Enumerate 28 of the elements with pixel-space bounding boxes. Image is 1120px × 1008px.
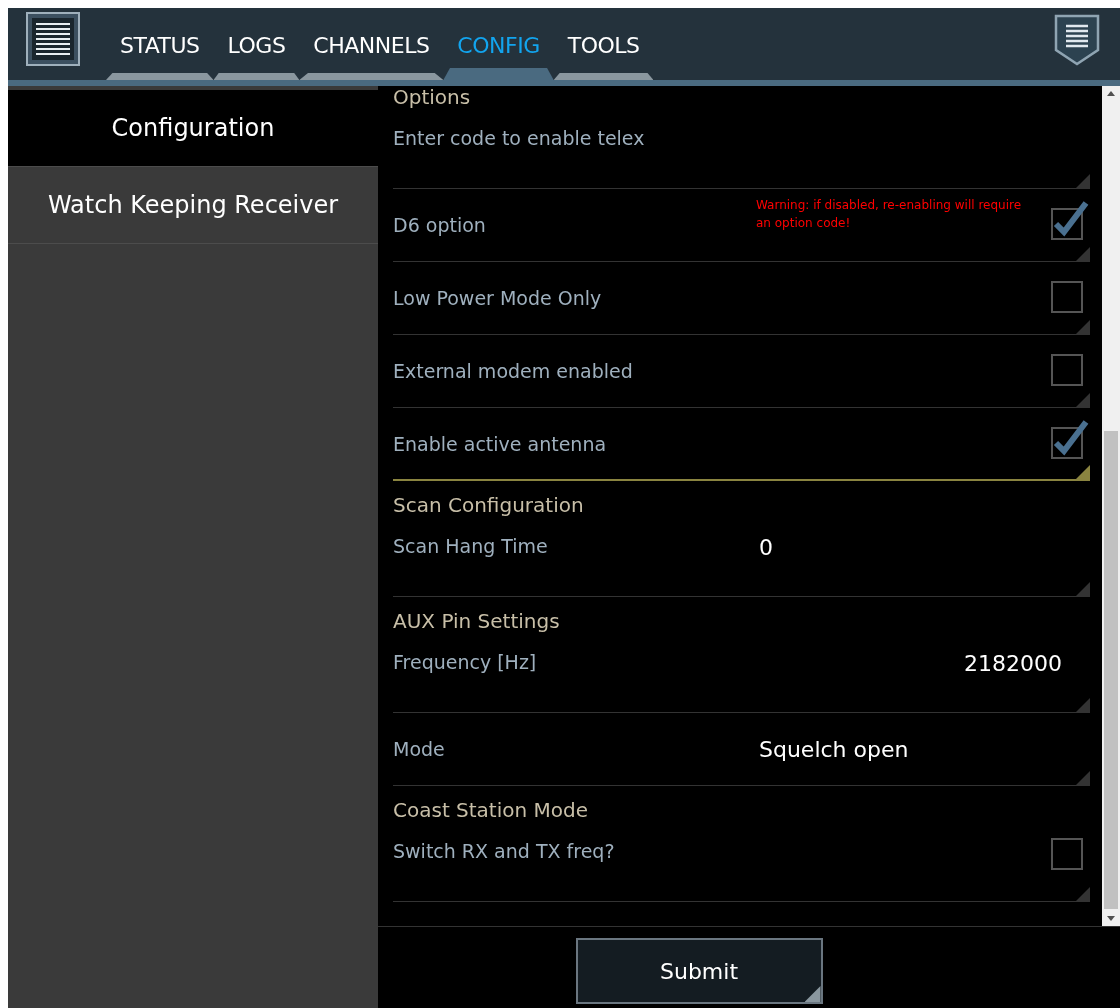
- field-label: Mode: [393, 738, 446, 760]
- field-label: Switch RX and TX freq?: [393, 840, 616, 862]
- menu-icon[interactable]: [26, 12, 80, 66]
- dropdown-field[interactable]: 0: [759, 535, 773, 560]
- checkbox[interactable]: [1051, 418, 1089, 459]
- field-label: Enable active antenna: [393, 432, 608, 455]
- field-label: Scan Hang Time: [393, 535, 549, 557]
- field-label: External modem enabled: [393, 360, 634, 382]
- section-heading: Coast Station Mode: [393, 797, 590, 824]
- nav-tab[interactable]: LOGS: [213, 8, 300, 80]
- nav-tab[interactable]: STATUS: [106, 8, 214, 80]
- nav-tab[interactable]: CHANNELS: [299, 8, 444, 80]
- list-icon[interactable]: [1054, 14, 1100, 66]
- nav-tab[interactable]: TOOLS: [553, 8, 654, 80]
- field-label: Enter code to enable telex: [393, 127, 646, 149]
- section-heading: AUX Pin Settings: [393, 608, 561, 635]
- section-heading: Options: [393, 86, 472, 111]
- field-label: Low Power Mode Only: [393, 287, 603, 309]
- checkbox[interactable]: [1051, 200, 1089, 240]
- field-label: D6 option: [393, 214, 487, 236]
- input-field[interactable]: 2182000: [964, 651, 1062, 676]
- nav-tab[interactable]: CONFIG: [443, 8, 554, 80]
- sidebar-item[interactable]: Configuration: [8, 90, 378, 167]
- submit-button[interactable]: Submit: [575, 938, 823, 1004]
- section-heading: Scan Configuration: [393, 492, 585, 519]
- warning-text: Warning: if disabled, re-enabling will require an option code!: [756, 197, 1023, 232]
- field-label: Frequency [Hz]: [393, 651, 538, 673]
- dropdown-field[interactable]: Squelch open: [759, 736, 909, 762]
